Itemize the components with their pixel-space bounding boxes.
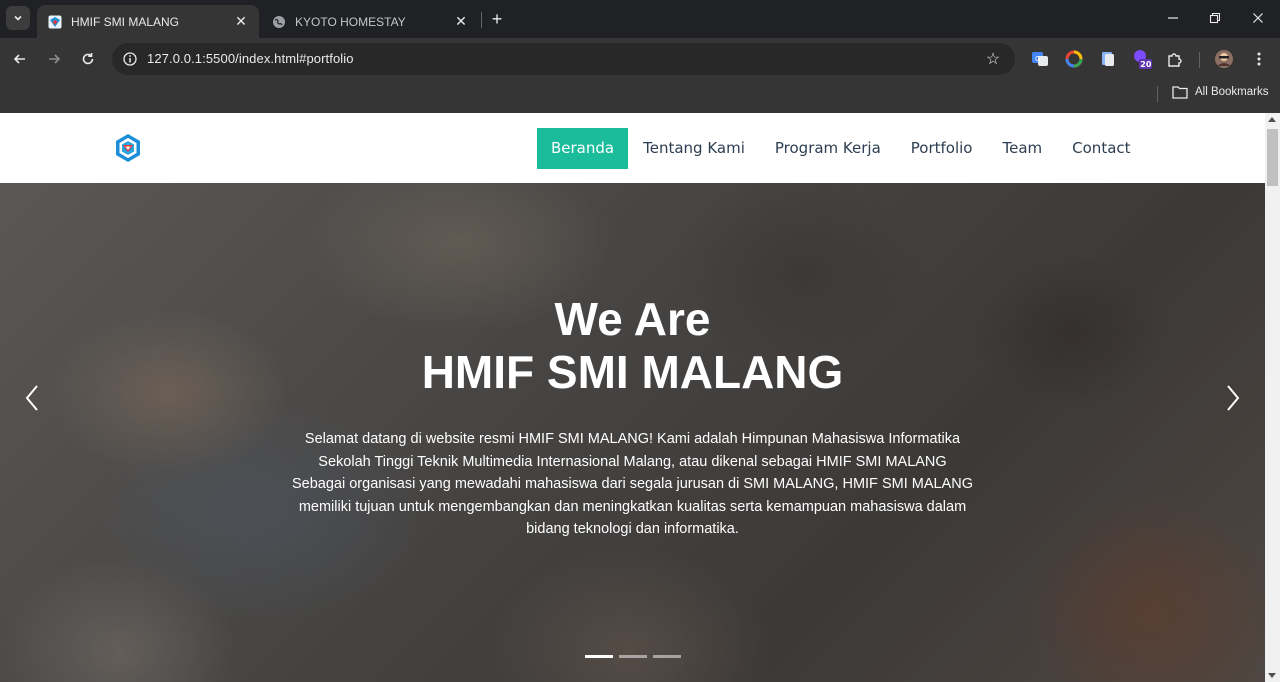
svg-text:20: 20 <box>1140 60 1152 69</box>
scroll-down-arrow-icon[interactable] <box>1268 673 1276 678</box>
nav-item-program-kerja[interactable]: Program Kerja <box>760 128 896 169</box>
carousel-indicator[interactable] <box>585 655 613 658</box>
tab-kyoto[interactable]: KYOTO HOMESTAY ✕ <box>261 5 479 38</box>
carousel-next-button[interactable] <box>1218 383 1248 413</box>
arrow-right-icon <box>49 54 61 64</box>
arrow-left-icon <box>13 54 25 64</box>
all-bookmarks-button[interactable]: All Bookmarks <box>1172 85 1269 99</box>
close-window-button[interactable] <box>1246 8 1270 28</box>
nav-item-contact[interactable]: Contact <box>1057 128 1145 169</box>
tab-title: KYOTO HOMESTAY <box>295 14 406 29</box>
site-navbar: Beranda Tentang Kami Program Kerja Portf… <box>0 113 1265 183</box>
browser-tab-bar: HMIF SMI MALANG ✕ KYOTO HOMESTAY ✕ + <box>0 0 1280 38</box>
hero-carousel: We Are HMIF SMI MALANG Selamat datang di… <box>0 183 1265 682</box>
restore-icon <box>1209 12 1221 24</box>
hero-caption: We Are HMIF SMI MALANG Selamat datang di… <box>0 183 1265 682</box>
chevron-down-icon <box>14 15 22 21</box>
nav-item-team[interactable]: Team <box>988 128 1058 169</box>
folder-icon <box>1172 86 1188 99</box>
nav-item-beranda[interactable]: Beranda <box>537 127 629 169</box>
browser-toolbar: 127.0.0.1:5500/index.html#portfolio ☆ G … <box>0 38 1280 80</box>
hero-title-line1: We Are <box>554 293 711 345</box>
address-bar[interactable]: 127.0.0.1:5500/index.html#portfolio ☆ <box>112 43 1015 75</box>
page-scrollbar[interactable] <box>1265 113 1280 682</box>
nav-item-portfolio[interactable]: Portfolio <box>896 128 988 169</box>
close-icon[interactable]: ✕ <box>233 13 249 30</box>
nav-item-tentang-kami[interactable]: Tentang Kami <box>628 128 760 169</box>
profile-avatar[interactable] <box>1213 48 1235 70</box>
toolbar-separator <box>1199 52 1200 68</box>
more-vert-icon <box>1257 52 1261 66</box>
scroll-up-arrow-icon[interactable] <box>1268 117 1276 122</box>
tab-search-button[interactable] <box>6 6 30 30</box>
carousel-indicator[interactable] <box>653 655 681 658</box>
back-button[interactable] <box>8 47 32 71</box>
hero-description: Selamat datang di website resmi HMIF SMI… <box>292 431 973 538</box>
reload-icon <box>82 53 94 65</box>
bookmark-star-icon[interactable]: ☆ <box>983 49 1003 69</box>
carousel-indicator[interactable] <box>619 655 647 658</box>
extensions-puzzle-icon[interactable] <box>1164 48 1186 70</box>
site-info-icon[interactable] <box>120 49 140 69</box>
site-favicon-icon <box>47 14 63 30</box>
tab-hmif[interactable]: HMIF SMI MALANG ✕ <box>37 5 259 38</box>
tab-separator <box>481 12 482 28</box>
color-picker-extension-icon[interactable] <box>1063 48 1085 70</box>
docs-extension-icon[interactable] <box>1097 48 1119 70</box>
notification-extension-icon[interactable]: 20 <box>1131 48 1153 70</box>
bookmarks-separator <box>1157 86 1158 102</box>
hero-title-line2: HMIF SMI MALANG <box>421 346 844 398</box>
main-nav: Beranda Tentang Kami Program Kerja Portf… <box>537 127 1146 169</box>
tab-title: HMIF SMI MALANG <box>71 14 180 29</box>
restore-button[interactable] <box>1203 8 1227 28</box>
svg-text:G: G <box>1035 55 1040 63</box>
page-viewport: Beranda Tentang Kami Program Kerja Portf… <box>0 113 1280 682</box>
minimize-icon <box>1168 17 1178 19</box>
chevron-left-icon <box>25 385 38 411</box>
minimize-button[interactable] <box>1161 8 1185 28</box>
carousel-indicators <box>585 655 681 658</box>
carousel-prev-button[interactable] <box>17 383 47 413</box>
chevron-right-icon <box>1227 385 1240 411</box>
bookmarks-bar: All Bookmarks <box>0 80 1280 113</box>
close-icon[interactable]: ✕ <box>453 13 469 30</box>
close-icon <box>1253 13 1263 23</box>
url-text: 127.0.0.1:5500/index.html#portfolio <box>147 51 354 66</box>
all-bookmarks-label: All Bookmarks <box>1195 86 1269 98</box>
new-tab-button[interactable]: + <box>487 9 507 29</box>
hmif-logo[interactable] <box>114 133 142 163</box>
forward-button[interactable] <box>42 47 66 71</box>
globe-icon <box>271 14 287 30</box>
browser-menu-button[interactable] <box>1248 48 1270 70</box>
translate-extension-icon[interactable]: G <box>1029 48 1051 70</box>
scrollbar-thumb[interactable] <box>1267 129 1278 186</box>
reload-button[interactable] <box>76 47 100 71</box>
